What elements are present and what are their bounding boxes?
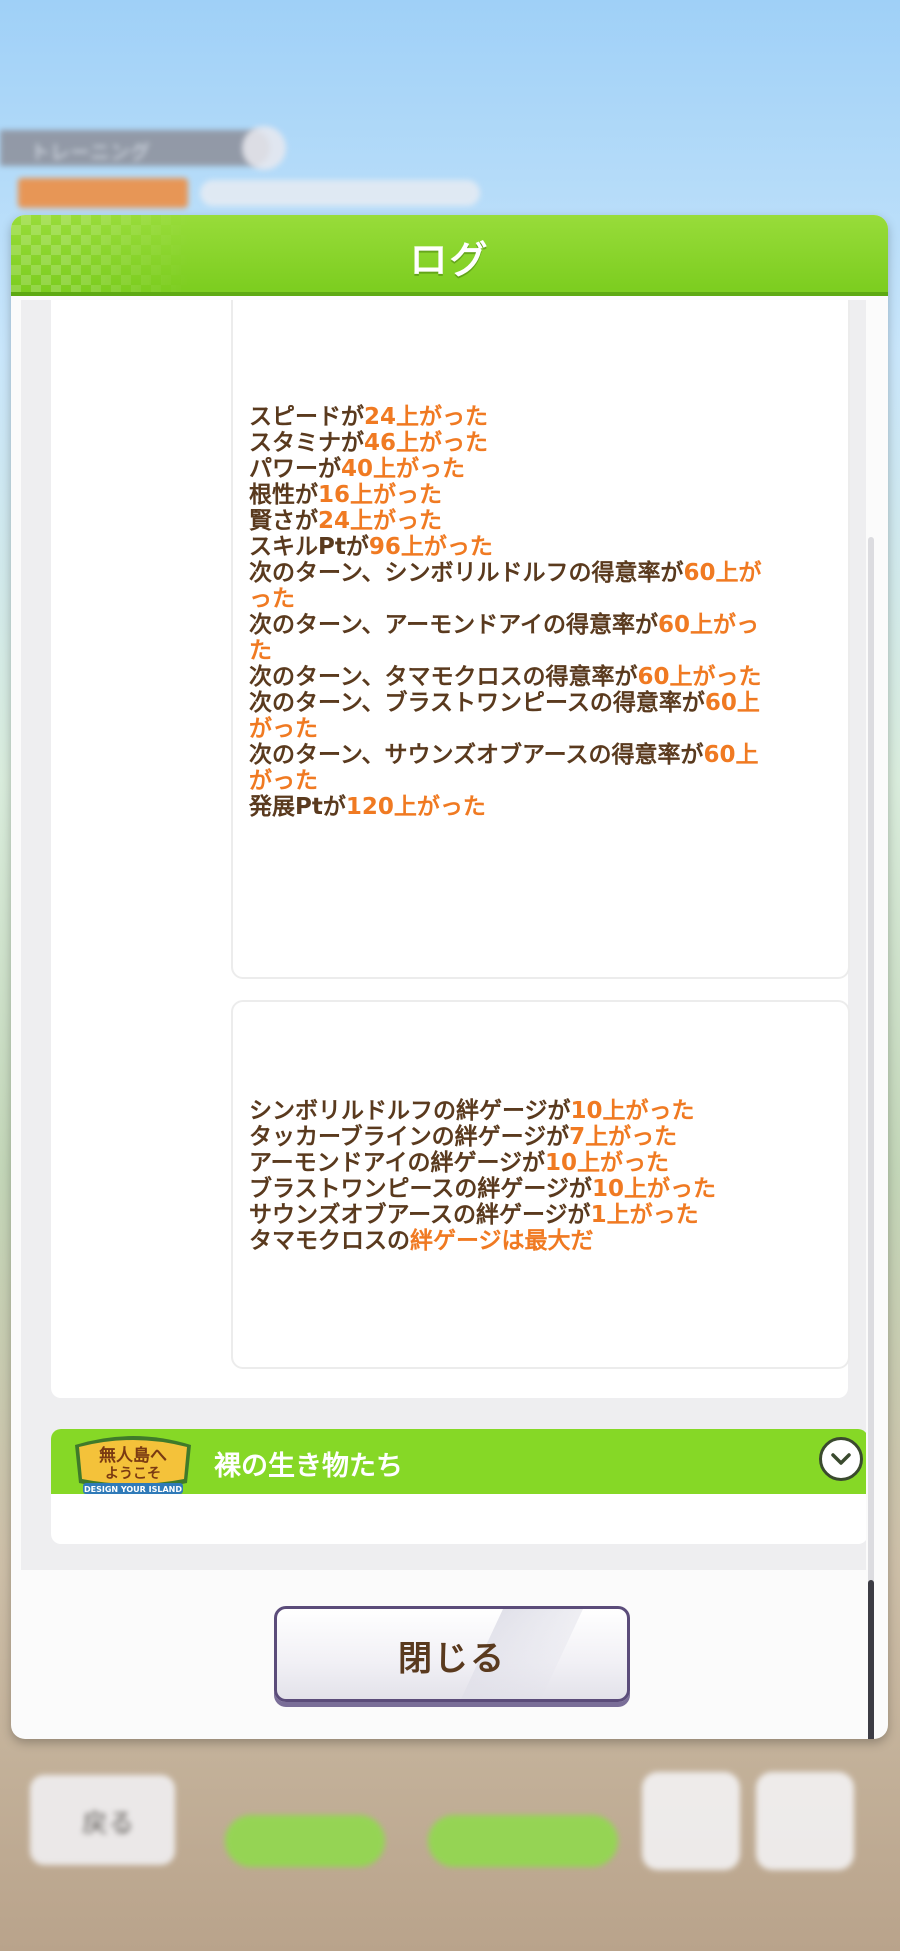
log-line: タッカーブラインの絆ゲージが7上がった [249,1124,774,1150]
log-text: スタミナが [249,430,364,456]
story-event-title: 裸の生き物たち [214,1451,403,1482]
background-status-bar [200,180,480,206]
log-line: パワーが40上がった [249,456,774,482]
log-line: 次のターン、サウンズオブアースの得意率が60上がった [249,742,774,794]
background-pill-button [428,1815,618,1867]
log-text: 次のターン、アーモンドアイの得意率が [249,612,658,638]
log-line: 次のターン、タマモクロスの得意率が60上がった [249,664,774,690]
log-line: 賢さが24上がった [249,508,774,534]
log-text: シンボリルドルフの絆ゲージが [249,1098,571,1124]
log-text: 次のターン、シンボリルドルフの得意率が [249,560,684,586]
log-line: 根性が16上がった [249,482,774,508]
log-value: 120上がった [345,794,486,820]
background-tab: トレーニング [0,130,270,166]
expand-button[interactable] [819,1437,863,1481]
background-menu-button [756,1772,854,1870]
log-value: 16上がった [318,482,443,508]
log-text: タッカーブラインの絆ゲージが [249,1124,570,1150]
log-line: サウンズオブアースの絆ゲージが1上がった [249,1202,774,1228]
log-text: スキルPtが [249,534,369,560]
log-text: スピードが [249,404,364,430]
scrollbar-thumb[interactable] [868,1580,874,1739]
log-value: 10上がった [591,1176,716,1202]
log-value: 10上がった [570,1098,695,1124]
log-value: 60上がった [637,664,762,690]
log-value: 10上がった [545,1150,670,1176]
log-text: アーモンドアイの絆ゲージが [249,1150,546,1176]
log-panel: スピードが24上がった スタミナが46上がった パワーが40上がった 根性が16上がっ… [51,300,850,1398]
close-button[interactable]: 閉じる [274,1606,630,1702]
background-pill-button [225,1815,385,1867]
svg-text:ようこそ: ようこそ [105,1466,161,1482]
svg-text:DESIGN YOUR ISLAND: DESIGN YOUR ISLAND [84,1485,182,1494]
log-line: スキルPtが96上がった [249,534,774,560]
log-line: シンボリルドルフの絆ゲージが10上がった [249,1098,774,1124]
log-scroll-area[interactable]: スピードが24上がった スタミナが46上がった パワーが40上がった 根性が16上がっ… [21,300,866,1570]
log-line: 発展Ptが120上がった [249,794,774,820]
background-badge [242,126,286,170]
log-dialog: ログ スピードが24上がった スタミナが46上がった パワーが40上がった 根性が16… [11,215,888,1739]
log-value: 絆ゲージは最大だ [410,1228,594,1254]
log-line: スピードが24上がった [249,404,774,430]
story-event-header[interactable]: 無人島へ ようこそ DESIGN YOUR ISLAND 裸の生き物たち [51,1429,866,1494]
svg-text:無人島へ: 無人島へ [99,1445,167,1466]
dialog-header: ログ [11,215,888,296]
log-line: スタミナが46上がった [249,430,774,456]
log-lines: シンボリルドルフの絆ゲージが10上がった タッカーブラインの絆ゲージが7上がったア… [249,1098,774,1254]
log-line: 次のターン、ブラストワンピースの得意率が60上がった [249,690,774,742]
log-text: 次のターン、タマモクロスの得意率が [249,664,638,690]
log-text: 賢さが [249,508,318,534]
log-text: 根性が [249,482,318,508]
log-card-bond: シンボリルドルフの絆ゲージが10上がった タッカーブラインの絆ゲージが7上がったア… [231,1000,850,1369]
dialog-title: ログ [409,238,490,282]
log-card-stats: スピードが24上がった スタミナが46上がった パワーが40上がった 根性が16上がっ… [231,300,850,979]
background-back-button: 戻る [30,1775,175,1865]
log-text: パワーが [249,456,341,482]
log-text: ブラストワンピースの絆ゲージが [249,1176,592,1202]
scenario-logo: 無人島へ ようこそ DESIGN YOUR ISLAND [75,1436,191,1494]
background-square-button [642,1772,740,1870]
log-value: 46上がった [364,430,489,456]
log-value: 24上がった [364,404,489,430]
chevron-down-icon [831,1453,851,1465]
log-line: ブラストワンピースの絆ゲージが10上がった [249,1176,774,1202]
log-line: アーモンドアイの絆ゲージが10上がった [249,1150,774,1176]
log-text: 次のターン、サウンズオブアースの得意率が [249,742,704,768]
log-text: タマモクロスの [249,1228,410,1254]
log-text: 発展Ptが [249,794,346,820]
log-lines: スピードが24上がった スタミナが46上がった パワーが40上がった 根性が16上がっ… [249,404,774,820]
log-value: 96上がった [368,534,493,560]
log-value: 24上がった [318,508,443,534]
log-text: 次のターン、ブラストワンピースの得意率が [249,690,705,716]
story-event-panel[interactable]: 無人島へ ようこそ DESIGN YOUR ISLAND 裸の生き物たち [51,1429,866,1544]
log-line: 次のターン、アーモンドアイの得意率が60上がった [249,612,774,664]
background-orange-bar [18,178,188,208]
log-value: 7上がった [569,1124,678,1150]
close-button-label: 閉じる [398,1639,506,1679]
log-value: 40上がった [341,456,466,482]
log-value: 1上がった [590,1202,699,1228]
log-text: サウンズオブアースの絆ゲージが [249,1202,591,1228]
log-line: 次のターン、シンボリルドルフの得意率が60上がった [249,560,774,612]
log-line: タマモクロスの絆ゲージは最大だ [249,1228,774,1254]
scrollbar-track[interactable] [868,537,874,1739]
